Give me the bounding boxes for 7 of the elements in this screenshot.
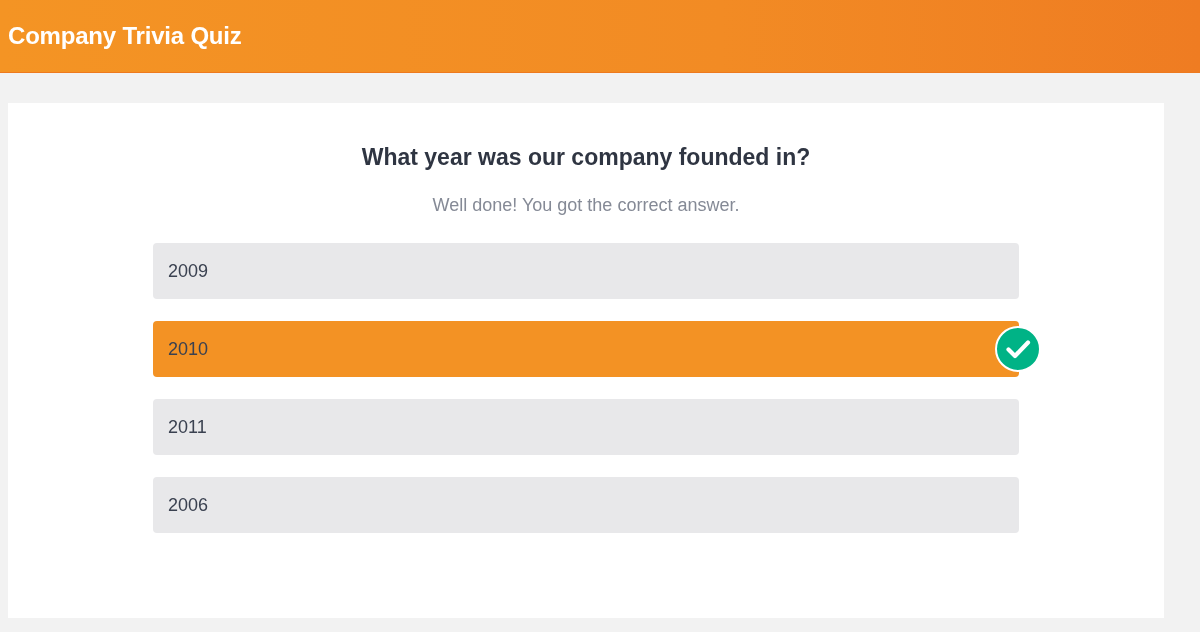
feedback-message: Well done! You got the correct answer. — [432, 194, 740, 216]
answer-option[interactable]: 2011 — [153, 399, 1019, 455]
answer-option[interactable]: 2010 — [153, 321, 1019, 377]
quiz-title: Company Trivia Quiz — [8, 22, 242, 50]
question-text: What year was our company founded in? — [361, 143, 811, 171]
answer-option[interactable]: 2006 — [153, 477, 1019, 533]
answer-option[interactable]: 2009 — [153, 243, 1019, 299]
